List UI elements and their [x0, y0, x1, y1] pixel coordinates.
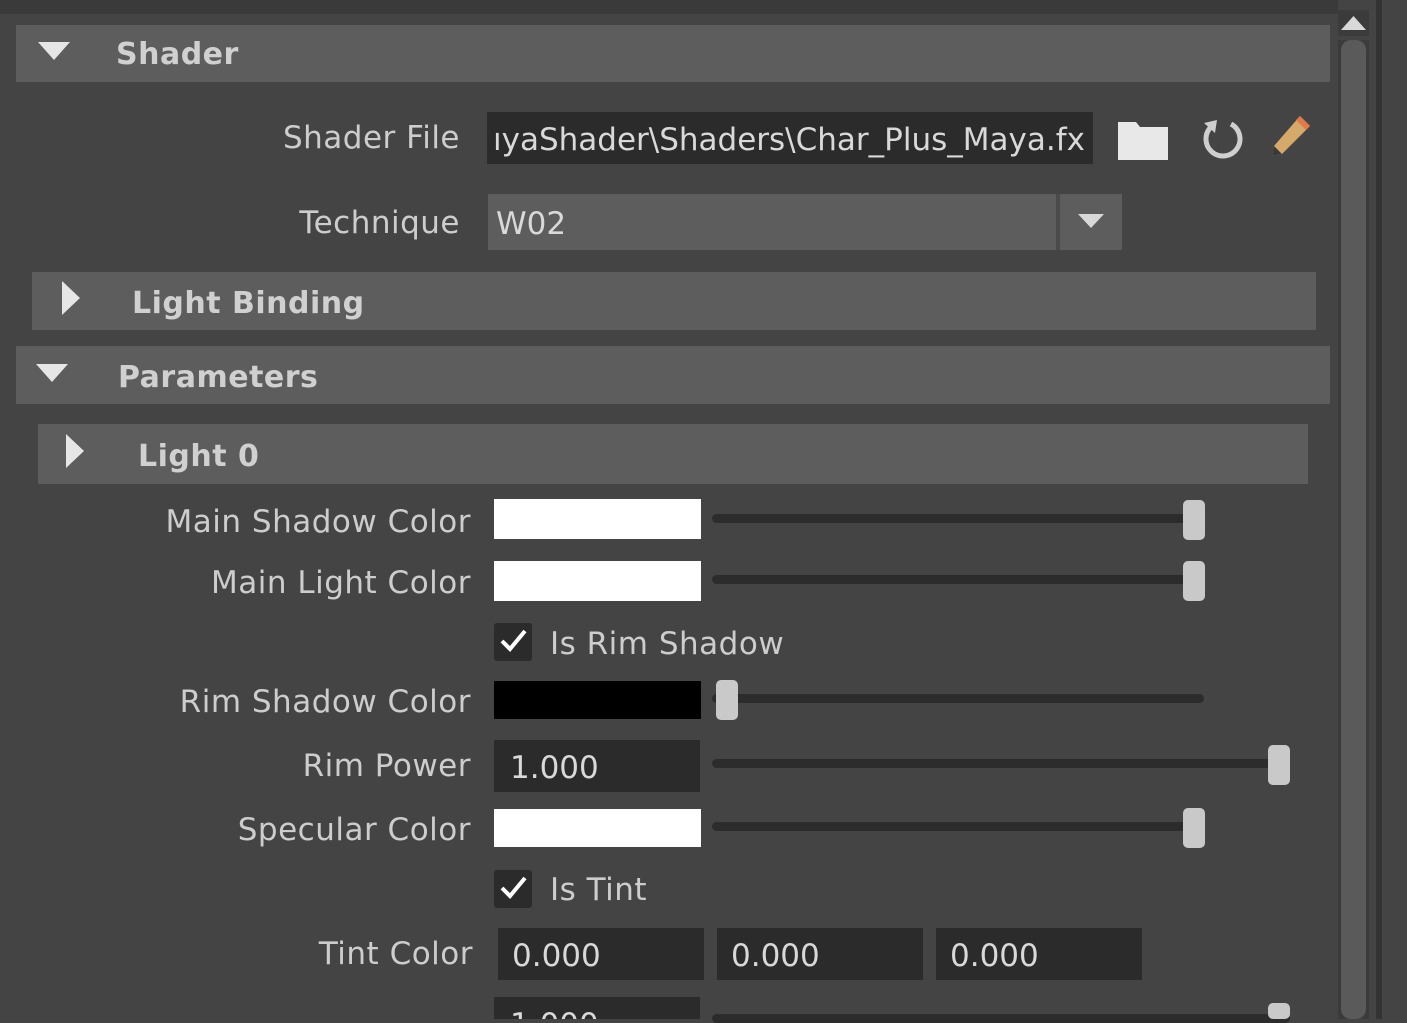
section-title: Shader: [116, 37, 239, 72]
main-light-color-slider-handle[interactable]: [1183, 561, 1205, 601]
shader-file-label: Shader File: [282, 120, 460, 156]
expand-arrow-icon: [66, 434, 84, 468]
main-shadow-color-swatch[interactable]: [494, 499, 701, 539]
tint-r-value: 0.000: [512, 938, 601, 974]
collapse-arrow-icon: [38, 42, 70, 60]
section-title: Parameters: [118, 360, 319, 395]
rim-shadow-color-label: Rim Shadow Color: [179, 684, 471, 720]
next-value-field[interactable]: 1.000: [494, 997, 700, 1019]
tint-b-value: 0.000: [950, 938, 1039, 974]
tint-color-label: Tint Color: [318, 936, 473, 972]
main-shadow-color-slider-track[interactable]: [712, 514, 1204, 523]
top-strip: [0, 0, 1338, 14]
rim-power-field[interactable]: 1.000: [494, 740, 700, 792]
light0-section-header[interactable]: Light 0: [38, 424, 1308, 484]
rim-power-slider-handle[interactable]: [1268, 745, 1290, 785]
tint-color-r-field[interactable]: 0.000: [498, 928, 704, 980]
rim-shadow-color-slider-handle[interactable]: [716, 680, 738, 720]
collapse-arrow-icon: [36, 364, 68, 382]
section-title: Light 0: [138, 439, 260, 474]
scroll-up-arrow-icon[interactable]: [1338, 10, 1369, 36]
is-tint-label: Is Tint: [550, 872, 648, 908]
shader-file-field[interactable]: ıyaShader\Shaders\Char_Plus_Maya.fx: [487, 112, 1093, 164]
technique-label: Technique: [299, 205, 460, 241]
rim-shadow-color-swatch[interactable]: [494, 681, 701, 719]
tint-g-value: 0.000: [731, 938, 820, 974]
parameters-section-header[interactable]: Parameters: [16, 346, 1330, 404]
dropdown-divider: [1056, 194, 1060, 250]
is-rim-shadow-label: Is Rim Shadow: [550, 626, 785, 662]
next-slider-handle[interactable]: [1268, 1003, 1290, 1019]
specular-color-slider-track[interactable]: [712, 822, 1204, 831]
folder-icon[interactable]: [1116, 114, 1170, 162]
scrollbar-thumb[interactable]: [1341, 40, 1366, 1019]
section-title: Light Binding: [132, 286, 365, 321]
is-tint-checkbox[interactable]: [494, 870, 532, 908]
specular-color-swatch[interactable]: [494, 809, 701, 847]
tint-color-g-field[interactable]: 0.000: [717, 928, 923, 980]
rim-power-slider-track[interactable]: [712, 759, 1290, 768]
tint-color-b-field[interactable]: 0.000: [936, 928, 1142, 980]
rim-power-label: Rim Power: [302, 748, 471, 784]
is-rim-shadow-checkbox[interactable]: [494, 623, 532, 661]
main-shadow-color-label: Main Shadow Color: [165, 504, 471, 540]
pencil-icon[interactable]: [1268, 112, 1316, 160]
technique-value: W02: [496, 206, 567, 242]
next-value: 1.000: [510, 1007, 599, 1019]
main-light-color-label: Main Light Color: [210, 565, 471, 601]
main-light-color-slider-track[interactable]: [712, 575, 1204, 584]
light-binding-section-header[interactable]: Light Binding: [32, 272, 1316, 330]
reload-icon[interactable]: [1198, 114, 1248, 164]
chevron-down-icon: [1078, 214, 1104, 228]
technique-dropdown[interactable]: W02: [488, 194, 1122, 250]
checkmark-icon: [500, 876, 527, 899]
expand-arrow-icon: [62, 281, 80, 315]
shader-file-value: ıyaShader\Shaders\Char_Plus_Maya.fx: [493, 122, 1085, 158]
rim-shadow-color-slider-track[interactable]: [712, 694, 1204, 703]
specular-color-slider-handle[interactable]: [1183, 808, 1205, 848]
specular-color-label: Specular Color: [237, 812, 471, 848]
rim-power-value: 1.000: [510, 750, 599, 786]
outer-edge: [1382, 0, 1407, 1019]
shader-section-header[interactable]: Shader: [16, 25, 1330, 82]
main-shadow-color-slider-handle[interactable]: [1183, 500, 1205, 540]
checkmark-icon: [500, 629, 527, 652]
main-light-color-swatch[interactable]: [494, 561, 701, 601]
